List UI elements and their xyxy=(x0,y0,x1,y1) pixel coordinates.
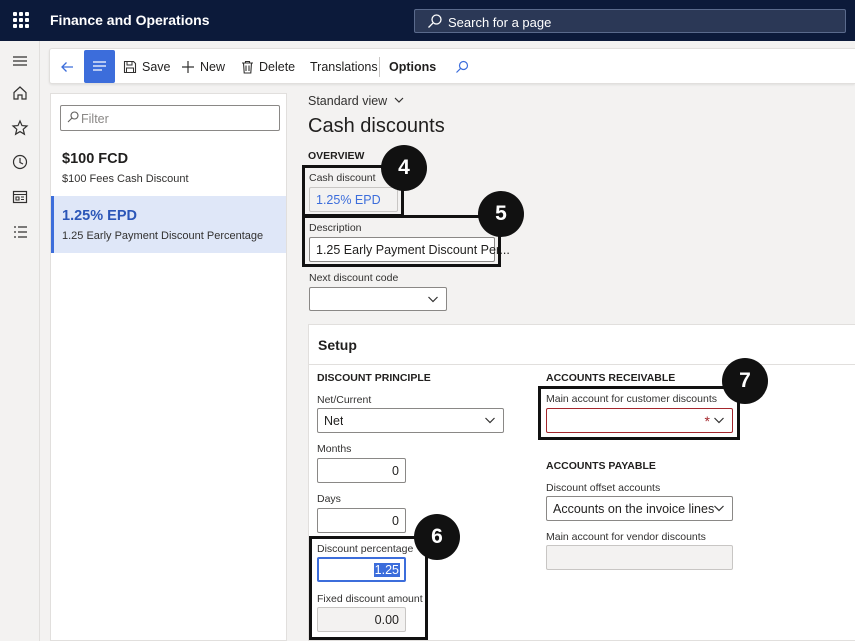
list-item-code: 1.25% EPD xyxy=(62,208,137,224)
global-search-input[interactable]: Search for a page xyxy=(414,9,846,33)
callout-badge-7: 7 xyxy=(722,358,768,404)
home-icon[interactable] xyxy=(11,84,29,102)
top-nav-bar: Finance and Operations Search for a page xyxy=(0,0,855,41)
list-lines-icon xyxy=(93,61,106,71)
filter-placeholder: Filter xyxy=(81,112,109,126)
search-placeholder: Search for a page xyxy=(448,15,552,30)
new-label: New xyxy=(200,60,226,74)
discount-principle-heading: DISCOUNT PRINCIPLE xyxy=(317,372,431,384)
list-item-description: 1.25 Early Payment Discount Percentage xyxy=(62,230,264,242)
next-discount-code-label: Next discount code xyxy=(309,272,399,284)
days-label: Days xyxy=(317,493,341,505)
list-item-code: $100 FCD xyxy=(62,151,129,167)
app-title[interactable]: Finance and Operations xyxy=(50,12,209,28)
favorites-star-icon[interactable] xyxy=(11,119,29,137)
cash-discount-list: Filter $100 FCD $100 Fees Cash Discount … xyxy=(50,93,287,641)
main-account-vendor-label: Main account for vendor discounts xyxy=(546,531,706,543)
workspaces-icon[interactable] xyxy=(11,188,29,206)
options-label: Options xyxy=(389,60,437,74)
months-value: 0 xyxy=(392,464,399,478)
navigation-rail xyxy=(0,41,40,641)
days-field[interactable]: 0 xyxy=(317,508,406,533)
trash-icon xyxy=(241,60,254,74)
discount-offset-accounts-label: Discount offset accounts xyxy=(546,482,661,494)
list-item[interactable]: $100 FCD $100 Fees Cash Discount xyxy=(51,139,286,196)
overview-heading: OVERVIEW xyxy=(308,150,365,162)
list-view-toggle-button[interactable] xyxy=(84,50,115,83)
action-pane: Save New Delete Translations Options xyxy=(49,48,855,84)
callout-box-7 xyxy=(538,386,740,440)
app-launcher-icon[interactable] xyxy=(13,12,29,28)
options-tab[interactable]: Options xyxy=(389,49,436,85)
months-field[interactable]: 0 xyxy=(317,458,406,483)
save-button[interactable]: Save xyxy=(123,49,171,85)
plus-icon xyxy=(181,60,195,74)
callout-badge-6: 6 xyxy=(414,514,460,560)
next-discount-code-dropdown[interactable] xyxy=(309,287,447,311)
modules-list-icon[interactable] xyxy=(11,223,29,241)
chevron-down-icon xyxy=(713,502,725,517)
action-pane-divider xyxy=(379,57,380,77)
callout-badge-4: 4 xyxy=(381,145,427,191)
save-label: Save xyxy=(142,60,171,74)
search-icon xyxy=(67,111,79,126)
search-icon xyxy=(427,13,443,32)
accounts-receivable-heading: ACCOUNTS RECEIVABLE xyxy=(546,372,676,384)
days-value: 0 xyxy=(392,514,399,528)
net-current-dropdown[interactable]: Net xyxy=(317,408,504,433)
callout-badge-5: 5 xyxy=(478,191,524,237)
recent-clock-icon[interactable] xyxy=(11,153,29,171)
back-arrow-icon xyxy=(59,59,75,75)
delete-button[interactable]: Delete xyxy=(241,49,295,85)
list-item-description: $100 Fees Cash Discount xyxy=(62,173,189,185)
discount-offset-accounts-value: Accounts on the invoice lines xyxy=(553,502,715,516)
translations-label: Translations xyxy=(310,60,378,74)
discount-offset-accounts-dropdown[interactable]: Accounts on the invoice lines xyxy=(546,496,733,521)
callout-box-5 xyxy=(302,215,501,267)
accounts-payable-heading: ACCOUNTS PAYABLE xyxy=(546,460,656,472)
callout-box-6 xyxy=(309,536,428,640)
hamburger-menu-icon[interactable] xyxy=(11,52,29,70)
list-filter-input[interactable]: Filter xyxy=(60,105,280,131)
page-title: Cash discounts xyxy=(308,115,445,137)
net-current-label: Net/Current xyxy=(317,394,372,406)
view-selector[interactable]: Standard view xyxy=(308,94,404,108)
months-label: Months xyxy=(317,443,352,455)
search-icon xyxy=(455,60,469,74)
chevron-down-icon xyxy=(394,97,404,103)
main-account-vendor-field[interactable] xyxy=(546,545,733,570)
view-selector-label: Standard view xyxy=(308,94,388,108)
chevron-down-icon xyxy=(427,293,439,308)
setup-divider xyxy=(309,364,855,365)
chevron-down-icon xyxy=(484,414,496,429)
list-item-selected[interactable]: 1.25% EPD 1.25 Early Payment Discount Pe… xyxy=(51,196,286,253)
back-button[interactable] xyxy=(59,49,80,85)
save-disk-icon xyxy=(123,60,137,74)
setup-section-title[interactable]: Setup xyxy=(318,337,357,353)
translations-button[interactable]: Translations xyxy=(310,49,378,85)
net-current-value: Net xyxy=(324,414,344,428)
action-search-button[interactable] xyxy=(455,49,474,85)
delete-label: Delete xyxy=(259,60,296,74)
new-button[interactable]: New xyxy=(181,49,225,85)
